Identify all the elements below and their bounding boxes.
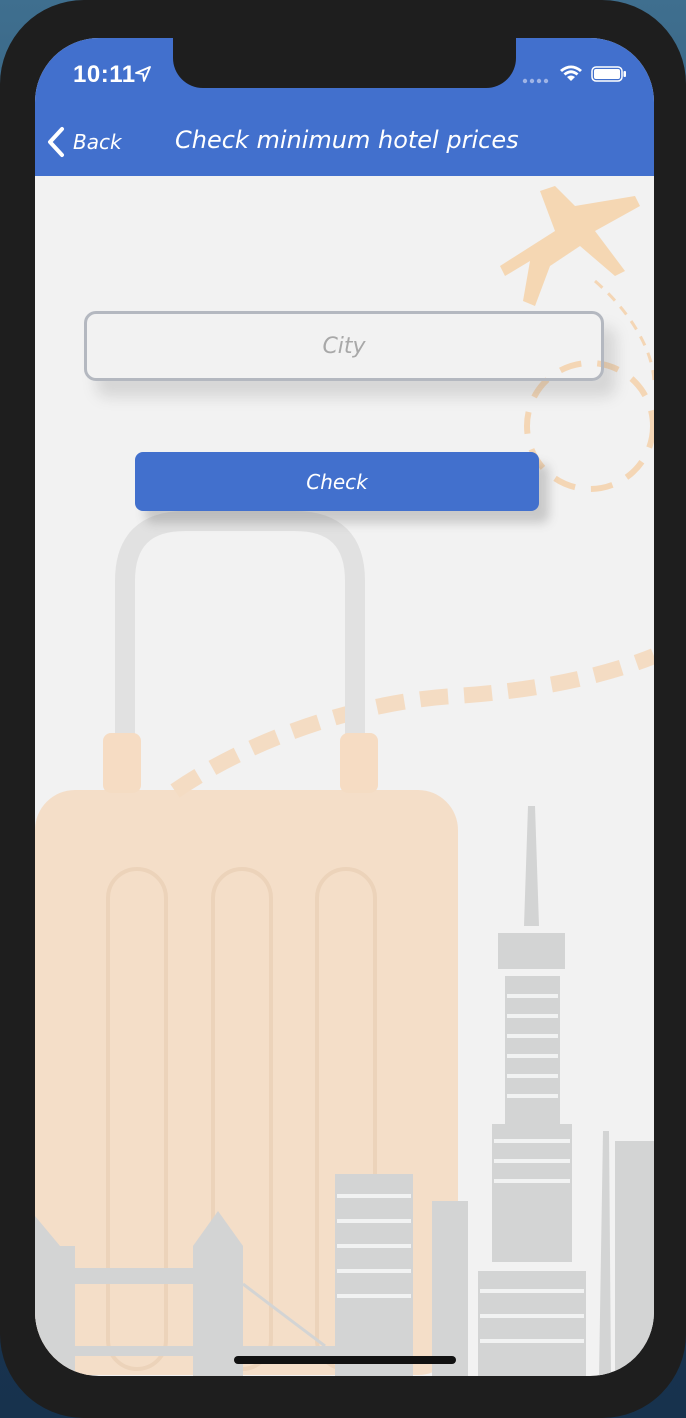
battery-icon [591,66,626,82]
phone-frame: 10:11 Back Check minimum hotel prices Ci… [0,0,686,1418]
page-title: Check minimum hotel prices [175,126,519,154]
airplane-icon [500,186,640,306]
device-notch [173,38,516,88]
app-screen: 10:11 Back Check minimum hotel prices Ci… [35,38,654,1376]
chevron-left-icon [48,127,64,157]
back-button[interactable]: Back [45,124,122,160]
city-input[interactable] [84,311,604,381]
wifi-icon [560,65,582,81]
location-arrow-icon [135,66,151,82]
back-label: Back [73,130,122,154]
check-button[interactable]: Check [135,452,539,511]
cellular-signal-icon [522,78,549,84]
home-indicator [234,1356,456,1364]
status-time: 10:11 [73,61,136,88]
